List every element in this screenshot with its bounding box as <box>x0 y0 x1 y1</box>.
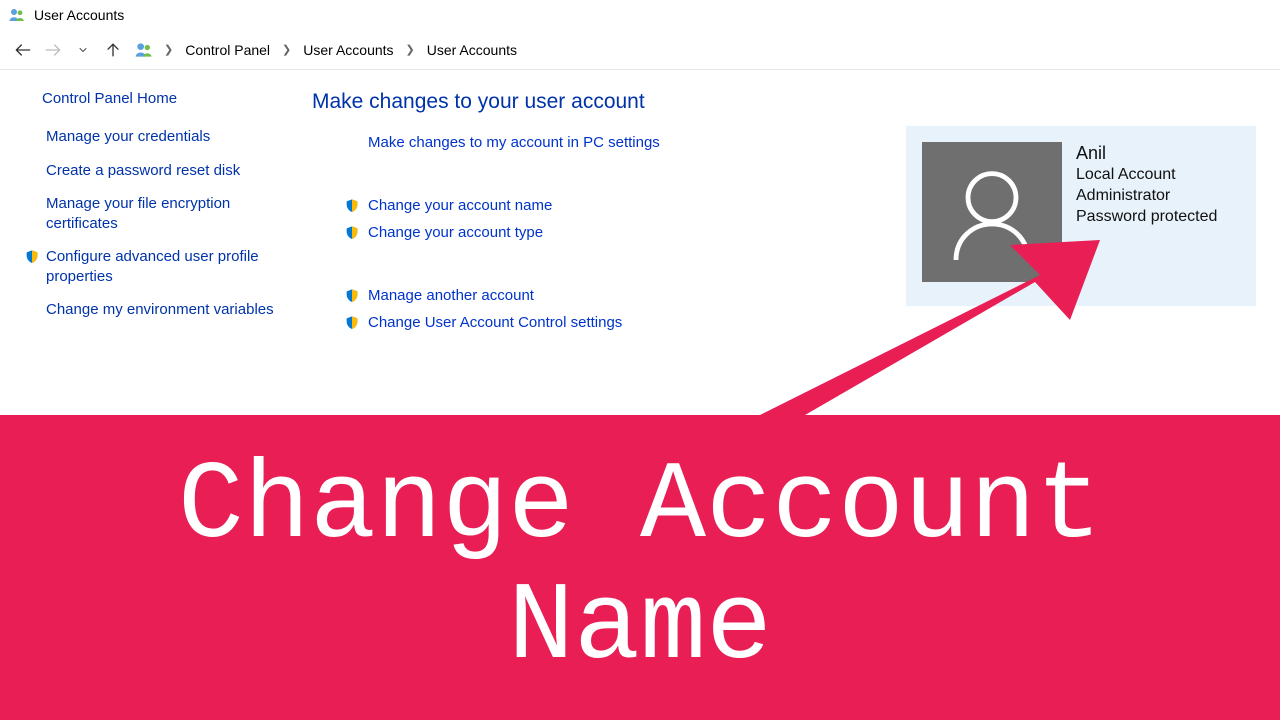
nav-up-button[interactable] <box>98 35 128 65</box>
breadcrumb-icon <box>134 40 154 60</box>
nav-back-button[interactable] <box>8 35 38 65</box>
window-title: User Accounts <box>34 7 124 23</box>
sidebar-link-file-encryption[interactable]: Manage your file encryption certificates <box>24 194 284 233</box>
sidebar-link-credentials[interactable]: Manage your credentials <box>24 127 284 147</box>
shield-icon <box>344 225 360 241</box>
sidebar-link-profile-properties[interactable]: Configure advanced user profile properti… <box>24 247 284 286</box>
sidebar-link-env-vars[interactable]: Change my environment variables <box>24 300 284 320</box>
breadcrumb[interactable]: ❯ Control Panel ❯ User Accounts ❯ User A… <box>160 40 521 60</box>
breadcrumb-item[interactable]: User Accounts <box>299 40 397 60</box>
user-name: Anil <box>1076 142 1217 165</box>
annotation-banner: Change Account Name <box>0 415 1280 720</box>
shield-icon <box>344 315 360 331</box>
shield-icon <box>344 288 360 304</box>
sidebar-link-password-reset[interactable]: Create a password reset disk <box>24 161 284 181</box>
sidebar-item-label: Create a password reset disk <box>46 161 240 181</box>
user-type: Local Account <box>1076 165 1217 186</box>
sidebar-item-label: Manage your credentials <box>46 127 210 147</box>
shield-icon <box>24 249 40 265</box>
breadcrumb-item[interactable]: User Accounts <box>423 40 521 60</box>
breadcrumb-item[interactable]: Control Panel <box>181 40 274 60</box>
user-card[interactable]: Anil Local Account Administrator Passwor… <box>906 126 1256 306</box>
main-link-label: Make changes to my account in PC setting… <box>368 134 660 151</box>
sidebar-item-label: Configure advanced user profile properti… <box>46 247 284 286</box>
navigation-bar: ❯ Control Panel ❯ User Accounts ❯ User A… <box>0 30 1280 70</box>
shield-icon <box>344 198 360 214</box>
user-accounts-icon <box>8 6 26 24</box>
control-panel-home-link[interactable]: Control Panel Home <box>24 90 284 107</box>
chevron-right-icon[interactable]: ❯ <box>402 43 419 56</box>
user-protection: Password protected <box>1076 207 1217 228</box>
chevron-right-icon[interactable]: ❯ <box>278 43 295 56</box>
link-uac-settings[interactable]: Change User Account Control settings <box>344 314 1256 331</box>
main-link-label: Change User Account Control settings <box>368 314 622 331</box>
titlebar: User Accounts <box>0 0 1280 30</box>
banner-text-line2: Name <box>508 566 772 691</box>
user-info: Anil Local Account Administrator Passwor… <box>1076 142 1217 228</box>
main-heading: Make changes to your user account <box>312 90 1256 114</box>
avatar <box>922 142 1062 282</box>
sidebar-item-label: Manage your file encryption certificates <box>46 194 284 233</box>
chevron-right-icon[interactable]: ❯ <box>160 43 177 56</box>
main-link-label: Manage another account <box>368 287 534 304</box>
main-link-label: Change your account name <box>368 197 552 214</box>
user-role: Administrator <box>1076 186 1217 207</box>
recent-locations-dropdown[interactable] <box>68 35 98 65</box>
sidebar-item-label: Change my environment variables <box>46 300 274 320</box>
banner-text-line1: Change Account <box>178 445 1102 570</box>
main-link-label: Change your account type <box>368 224 543 241</box>
nav-forward-button[interactable] <box>38 35 68 65</box>
